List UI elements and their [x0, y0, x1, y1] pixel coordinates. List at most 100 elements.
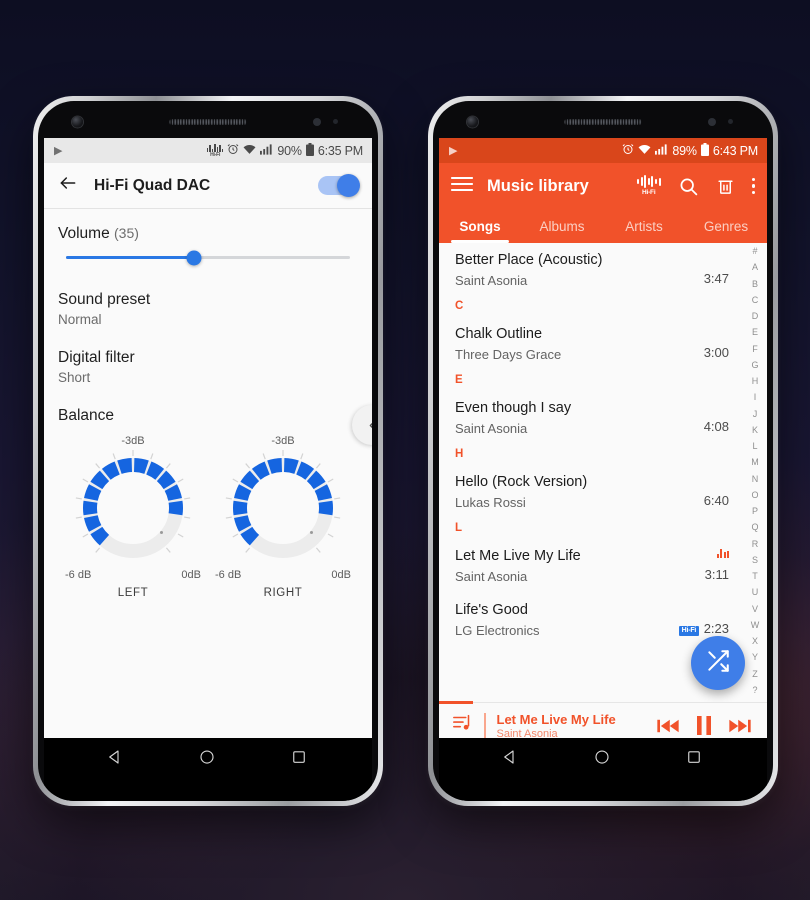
tab-songs[interactable]: Songs	[439, 209, 521, 243]
dial-indicator-dot	[310, 531, 313, 534]
az-index-letter[interactable]: V	[752, 604, 758, 614]
az-index-letter[interactable]: #	[752, 247, 757, 256]
mini-player-title: Let Me Live My Life	[496, 711, 616, 727]
dial-channel-label: LEFT	[117, 587, 149, 599]
dial-top-label: -3dB	[121, 435, 145, 447]
az-index-letter[interactable]: ?	[752, 685, 757, 695]
az-index-letter[interactable]: O	[751, 490, 758, 500]
song-row[interactable]: Even though I say Saint Asonia 4:08	[439, 391, 767, 445]
az-index-letter[interactable]: X	[752, 637, 758, 646]
volume-slider-track[interactable]	[66, 250, 350, 265]
nav-recents-icon[interactable]	[685, 748, 705, 768]
balance-dial-left[interactable]: -3dB -6 dB 0dB LEFT	[58, 435, 208, 599]
nav-recents-icon[interactable]	[290, 748, 310, 768]
balance-setting: Balance -3dB -6 dB 0dB LEFT -3dB -6 dB 0dB RIGH…	[58, 407, 358, 599]
search-icon[interactable]	[678, 176, 699, 197]
next-track-icon[interactable]	[729, 718, 751, 734]
az-index-letter[interactable]: G	[751, 360, 758, 370]
song-artist: Three Days Grace	[455, 347, 562, 362]
az-index-letter[interactable]: B	[752, 279, 758, 289]
tab-artists[interactable]: Artists	[603, 209, 685, 243]
az-index-letter[interactable]: A	[752, 263, 758, 272]
sensor-cluster	[708, 117, 733, 126]
trash-icon[interactable]	[716, 176, 735, 196]
song-row[interactable]: Let Me Live My Life Saint Asonia 3:11	[439, 539, 767, 593]
nav-home-icon[interactable]	[198, 748, 218, 768]
section-header: H	[455, 448, 464, 460]
sound-preset-setting[interactable]: Sound preset Normal	[58, 291, 358, 327]
dial-min-label: -6 dB	[65, 569, 92, 581]
pause-icon[interactable]	[696, 716, 712, 735]
dial-ring[interactable]	[74, 449, 192, 567]
az-index-letter[interactable]: D	[752, 312, 759, 321]
back-arrow-icon[interactable]	[58, 173, 78, 198]
az-index-letter[interactable]: S	[752, 555, 758, 565]
volume-value-text: (35)	[114, 225, 139, 241]
song-artist: Lukas Rossi	[455, 495, 526, 510]
az-index-letter[interactable]: I	[754, 393, 757, 402]
az-index-letter[interactable]: L	[752, 442, 757, 451]
digital-filter-label: Digital filter	[58, 349, 135, 366]
dial-range-labels: -6 dB 0dB	[215, 569, 351, 581]
az-index-letter[interactable]: C	[752, 295, 759, 305]
song-row[interactable]: Chalk Outline Three Days Grace 3:00	[439, 317, 767, 371]
song-artist: Saint Asonia	[455, 421, 528, 436]
tab-genres[interactable]: Genres	[685, 209, 767, 243]
az-index-letter[interactable]: Y	[752, 653, 758, 662]
play-icon: ▶	[54, 145, 63, 157]
balance-dial-right[interactable]: -3dB -6 dB 0dB RIGHT	[208, 435, 358, 599]
az-index-letter[interactable]: Z	[752, 669, 758, 679]
shuffle-fab-button[interactable]	[691, 636, 745, 690]
song-meta-row: Saint Asonia 3:47	[455, 270, 729, 288]
app-bar-hifi-quad-dac: Hi-Fi Quad DAC	[44, 163, 372, 209]
tab-albums[interactable]: Albums	[521, 209, 603, 243]
previous-track-icon[interactable]	[657, 718, 679, 734]
battery-icon	[700, 142, 709, 159]
song-row[interactable]: Better Place (Acoustic) Saint Asonia 3:47	[439, 243, 767, 297]
clock-label: 6:43 PM	[712, 143, 758, 158]
alphabet-scroll-index[interactable]: # A B C D E F G H I J K L M N O P Q R S T U V W X Y Z?	[745, 245, 765, 697]
dial-max-label: 0dB	[181, 569, 201, 581]
song-list[interactable]: Better Place (Acoustic) Saint Asonia 3:47 C…	[439, 243, 767, 702]
az-index-letter[interactable]: J	[753, 409, 758, 419]
hamburger-menu-icon[interactable]	[450, 176, 474, 197]
az-index-letter[interactable]: R	[752, 539, 759, 549]
dial-range-labels: -6 dB 0dB	[65, 569, 201, 581]
volume-setting[interactable]: Volume (35)	[58, 225, 358, 269]
az-index-letter[interactable]: F	[752, 344, 758, 354]
mini-player-bar[interactable]: Let Me Live My Life Saint Asonia	[439, 701, 767, 739]
az-index-letter[interactable]: N	[752, 474, 759, 484]
hifi-quad-dac-toggle[interactable]	[318, 174, 360, 197]
az-index-letter[interactable]: Q	[751, 523, 758, 532]
nav-home-icon[interactable]	[593, 748, 613, 768]
mini-player-artist: Saint Asonia	[496, 727, 558, 739]
nav-back-icon[interactable]	[501, 748, 521, 768]
song-title: Better Place (Acoustic)	[455, 252, 603, 268]
az-index-letter[interactable]: U	[752, 588, 759, 597]
hifi-button[interactable]: Hi-Fi	[636, 175, 661, 197]
az-index-letter[interactable]: T	[752, 572, 758, 581]
az-index-letter[interactable]: H	[752, 377, 759, 386]
song-artist: LG Electronics	[455, 623, 540, 638]
mini-player-track-info[interactable]: Let Me Live My Life Saint Asonia	[497, 712, 658, 739]
az-index-letter[interactable]: E	[752, 328, 758, 337]
digital-filter-setting[interactable]: Digital filter Short	[58, 349, 358, 385]
dial-min-label: -6 dB	[215, 569, 242, 581]
song-row[interactable]: Hello (Rock Version) Lukas Rossi 6:40	[439, 465, 767, 519]
az-index-letter[interactable]: K	[752, 425, 758, 435]
song-duration: 2:23	[703, 621, 729, 636]
playlist-queue-icon[interactable]	[451, 712, 475, 738]
dial-ring[interactable]	[224, 449, 342, 567]
az-index-letter[interactable]: W	[751, 620, 760, 630]
az-index-letter[interactable]: M	[751, 458, 759, 467]
dial-top-label: -3dB	[271, 435, 295, 447]
volume-slider[interactable]	[58, 243, 358, 269]
app-bar-actions: Hi-Fi	[636, 175, 755, 197]
az-index-letter[interactable]: P	[752, 507, 758, 516]
volume-slider-thumb[interactable]	[186, 250, 202, 265]
nav-back-icon[interactable]	[106, 748, 126, 768]
volume-label: Volume (35)	[58, 225, 358, 243]
library-tabs: Songs Albums Artists Genres	[439, 209, 767, 243]
song-duration-group: 6:40	[704, 492, 729, 510]
overflow-menu-icon[interactable]	[751, 177, 755, 195]
